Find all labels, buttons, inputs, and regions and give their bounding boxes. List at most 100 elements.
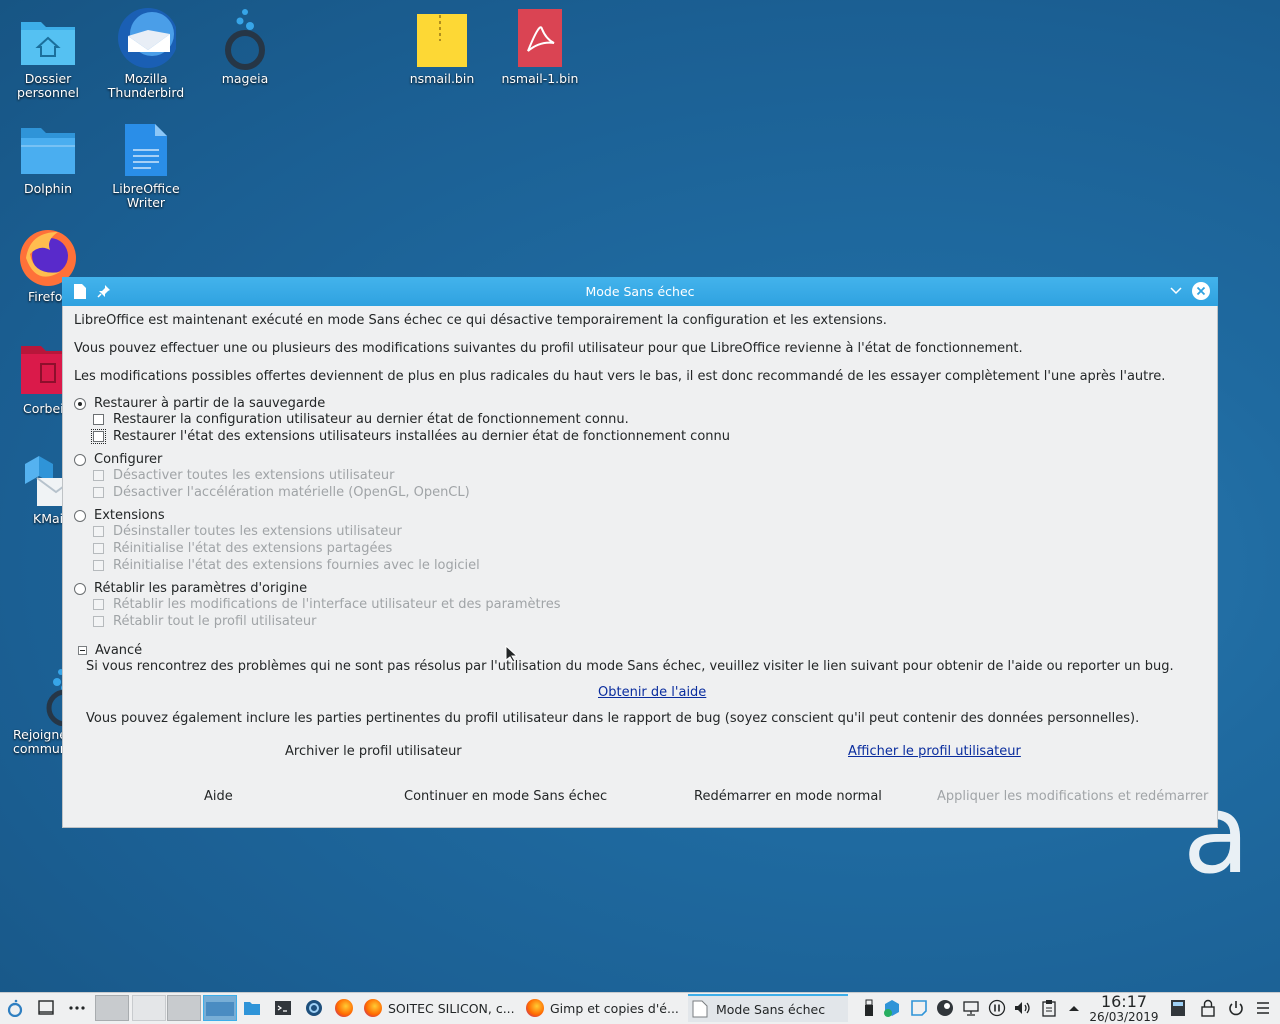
volume-icon[interactable] <box>1013 999 1031 1017</box>
checkbox-restore-extensions[interactable]: Restaurer l'état des extensions utilisat… <box>91 429 730 444</box>
document-icon[interactable] <box>70 281 90 301</box>
desktop-icon-label: Mozilla Thunderbird <box>107 71 185 100</box>
panel-options-icon[interactable] <box>1254 999 1272 1017</box>
desktop-icon-nsmail-1[interactable]: nsmail-1.bin <box>494 6 586 86</box>
checkbox-label: Restaurer l'état des extensions utilisat… <box>113 429 730 444</box>
radio-button[interactable] <box>74 582 86 595</box>
checkbox-label: Réinitialise l'état des extensions fourn… <box>113 558 480 573</box>
intro-text-1: LibreOffice est maintenant exécuté en mo… <box>74 313 887 328</box>
checkbox[interactable] <box>93 414 104 425</box>
restart-normal-button[interactable]: Redémarrer en mode normal <box>694 789 882 804</box>
checkbox[interactable] <box>93 599 104 610</box>
desktop-icon-nsmail[interactable]: nsmail.bin <box>396 10 488 86</box>
checkbox[interactable] <box>91 429 106 444</box>
desktop-icon-label: nsmail.bin <box>409 71 475 86</box>
desktop-icon-label: LibreOffice Writer <box>112 181 180 210</box>
radio-label: Configurer <box>94 452 163 467</box>
radio-factory-reset[interactable]: Rétablir les paramètres d'origine <box>74 581 307 596</box>
network-wired-icon[interactable] <box>962 999 980 1017</box>
desktop-icon-writer[interactable]: LibreOffice Writer <box>100 120 192 210</box>
desktop-icon-thunderbird[interactable]: Mozilla Thunderbird <box>100 6 192 100</box>
checkbox-reset-ui-settings[interactable]: Rétablir les modifications de l'interfac… <box>93 597 560 612</box>
update-applet-icon[interactable] <box>882 999 900 1017</box>
mouse-cursor-icon <box>505 645 517 663</box>
radio-button[interactable] <box>74 509 86 522</box>
checkbox-reset-bundled-extensions[interactable]: Réinitialise l'état des extensions fourn… <box>93 558 480 573</box>
advanced-help-text: Si vous rencontrez des problèmes qui ne … <box>86 659 1174 674</box>
safe-mode-dialog: LibreOffice est maintenant exécuté en mo… <box>62 306 1218 828</box>
checkbox-uninstall-extensions[interactable]: Désinstaller toutes les extensions utili… <box>93 524 402 539</box>
help-button[interactable]: Aide <box>204 789 233 804</box>
checkbox-disable-extensions[interactable]: Désactiver toutes les extensions utilisa… <box>93 468 394 483</box>
desktop-icon-dolphin[interactable]: Dolphin <box>2 120 94 196</box>
checkbox-label: Restaurer la configuration utilisateur a… <box>113 412 629 427</box>
clipboard-icon[interactable] <box>1040 999 1058 1017</box>
task-label: Mode Sans échec <box>716 1001 826 1017</box>
show-desktop-icon[interactable] <box>37 999 55 1017</box>
checkbox-reset-shared-extensions[interactable]: Réinitialise l'état des extensions parta… <box>93 541 392 556</box>
checkbox-disable-hw-accel[interactable]: Désactiver l'accélération matérielle (Op… <box>93 485 470 500</box>
virtual-desktop-3[interactable] <box>167 995 201 1021</box>
radio-configure[interactable]: Configurer <box>74 452 162 467</box>
usb-device-icon[interactable] <box>860 999 878 1017</box>
virtual-desktop-4[interactable] <box>203 995 237 1021</box>
home-folder-icon <box>18 10 78 70</box>
minimize-chevron-icon[interactable] <box>1166 281 1186 301</box>
checkbox-reset-entire-profile[interactable]: Rétablir tout le profil utilisateur <box>93 614 317 629</box>
show-profile-link[interactable]: Afficher le profil utilisateur <box>848 744 1021 759</box>
checkbox[interactable] <box>93 543 104 554</box>
task-soitec[interactable]: SOITEC SILICON, c... <box>364 994 522 1022</box>
intro-text-2: Vous pouvez effectuer une ou plusieurs d… <box>74 341 1023 356</box>
virtual-desktop-1[interactable] <box>95 995 129 1021</box>
application-launcher-icon[interactable] <box>6 999 24 1017</box>
file-manager-icon[interactable] <box>243 999 261 1017</box>
terminal-icon[interactable] <box>274 999 292 1017</box>
settings-gear-icon[interactable] <box>304 999 322 1017</box>
advanced-expander[interactable]: Avancé <box>78 643 142 658</box>
firefox-icon <box>364 999 382 1017</box>
radio-button[interactable] <box>74 397 86 410</box>
radio-extensions[interactable]: Extensions <box>74 508 165 523</box>
radio-label: Restaurer à partir de la sauvegarde <box>94 396 326 411</box>
task-gimp[interactable]: Gimp et copies d'é... <box>526 994 684 1022</box>
more-dots-icon[interactable] <box>68 999 86 1017</box>
tray-expand-arrow-icon[interactable] <box>1065 999 1083 1017</box>
close-icon[interactable] <box>1191 281 1211 301</box>
radio-label: Rétablir les paramètres d'origine <box>94 581 308 596</box>
desktop-icon-label: Dossier personnel <box>17 71 79 100</box>
desktop-icon-home[interactable]: Dossier personnel <box>2 10 94 100</box>
media-pause-icon[interactable] <box>988 999 1006 1017</box>
power-icon[interactable] <box>1227 999 1245 1017</box>
archive-profile-button[interactable]: Archiver le profil utilisateur <box>285 744 462 759</box>
window-titlebar[interactable]: Mode Sans échec <box>62 277 1218 306</box>
include-profile-text: Vous pouvez également inclure les partie… <box>86 711 1140 726</box>
checkbox[interactable] <box>93 487 104 498</box>
clock-date: 26/03/2019 <box>1089 1010 1159 1024</box>
checkbox[interactable] <box>93 616 104 627</box>
radio-restore-backup[interactable]: Restaurer à partir de la sauvegarde <box>74 396 325 411</box>
desktop-icon-mageia[interactable]: mageia <box>199 6 291 86</box>
lock-screen-icon[interactable] <box>1199 999 1217 1017</box>
clock[interactable]: 16:17 26/03/2019 <box>1086 994 1162 1024</box>
radio-button[interactable] <box>74 453 86 466</box>
continue-safe-mode-button[interactable]: Continuer en mode Sans échec <box>404 789 607 804</box>
document-icon <box>692 1000 708 1018</box>
collapse-icon[interactable] <box>78 646 87 655</box>
notes-applet-icon[interactable] <box>909 999 927 1017</box>
checkbox[interactable] <box>93 560 104 571</box>
checkbox-restore-config[interactable]: Restaurer la configuration utilisateur a… <box>93 412 629 427</box>
checkbox-label: Désactiver toutes les extensions utilisa… <box>113 468 395 483</box>
checkbox[interactable] <box>93 526 104 537</box>
firefox-launcher-icon[interactable] <box>335 999 353 1017</box>
calculator-icon[interactable] <box>1169 999 1187 1017</box>
task-safe-mode[interactable]: Mode Sans échec <box>688 994 848 1022</box>
desktop-icon-label: Dolphin <box>24 181 72 196</box>
checkbox[interactable] <box>93 470 104 481</box>
get-help-link[interactable]: Obtenir de l'aide <box>598 685 706 700</box>
virtual-desktop-2[interactable] <box>132 995 166 1021</box>
checkbox-label: Rétablir tout le profil utilisateur <box>113 614 317 629</box>
steam-icon[interactable] <box>936 999 954 1017</box>
apply-restart-button[interactable]: Appliquer les modifications et redémarre… <box>937 789 1208 804</box>
pin-icon[interactable] <box>94 281 114 301</box>
task-label: SOITEC SILICON, c... <box>388 1000 515 1016</box>
